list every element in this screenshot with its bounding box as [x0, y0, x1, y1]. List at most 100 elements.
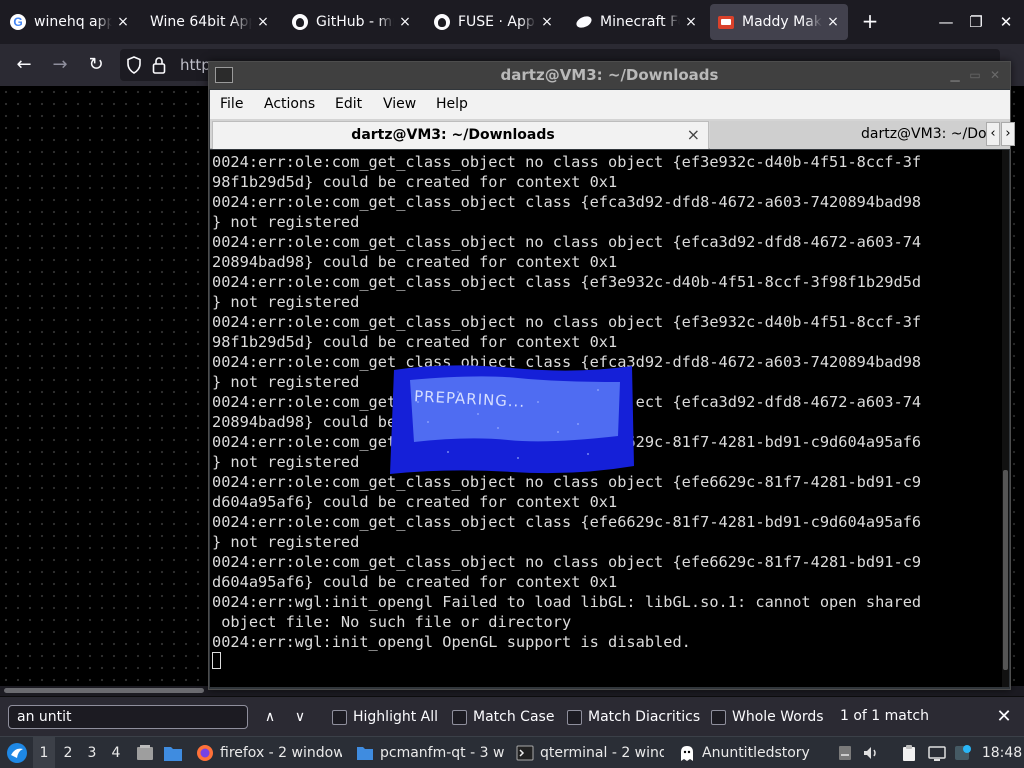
volume-icon[interactable]: [862, 744, 880, 762]
url-text[interactable]: http: [180, 56, 211, 74]
firefox-icon: [197, 745, 213, 761]
menu-view[interactable]: View: [383, 96, 416, 112]
terminal-line: 0024:err:ole:com_get_class_object no cla…: [212, 153, 922, 171]
task-label: pcmanfm-qt - 3 windows: [380, 745, 504, 761]
find-next-button[interactable]: ∨: [288, 705, 312, 729]
option-label: Highlight All: [353, 709, 439, 725]
terminal-scrollbar-thumb[interactable]: [1003, 470, 1008, 670]
menu-edit[interactable]: Edit: [335, 96, 362, 112]
terminal-cursor: [212, 652, 221, 669]
terminal-tab-label: dartz@VM3: ~/Downloads: [351, 127, 555, 143]
task-firefox[interactable]: firefox - 2 windows: [192, 737, 342, 768]
checkbox-box[interactable]: [711, 709, 726, 725]
browser-tab-wine-64bit[interactable]: Wine 64bit AppImage ×: [142, 4, 278, 40]
tab-label: Maddy Makes Games: [742, 14, 822, 30]
terminal-line: 98f1b29d5d} could be created for context…: [212, 333, 618, 351]
github-icon: [292, 14, 308, 30]
checkbox-box[interactable]: [452, 709, 467, 725]
removable-media-icon[interactable]: [836, 744, 854, 762]
task-pcmanfm-qt[interactable]: pcmanfm-qt - 3 windows: [352, 737, 504, 768]
tab-close-button[interactable]: ×: [684, 14, 698, 30]
match-diacritics-checkbox[interactable]: Match Diacritics: [567, 707, 700, 727]
terminal-tab-downloads[interactable]: dartz@VM3: ~/Downloads ×: [212, 121, 709, 149]
desktop-4-button[interactable]: 4: [105, 737, 127, 768]
option-label: Match Case: [473, 709, 555, 725]
tab-close-button[interactable]: ×: [826, 14, 840, 30]
window-close-button[interactable]: ✕: [994, 10, 1018, 34]
game-icon: [681, 746, 693, 761]
reload-button[interactable]: ↻: [84, 53, 108, 77]
terminal-line: 0024:err:ole:com_get_class_object class …: [212, 513, 922, 531]
terminal-maximize-button[interactable]: ▭: [966, 66, 984, 84]
browser-tab-minecraft-forum[interactable]: Minecraft Forum ×: [568, 4, 706, 40]
terminal-tab-label: dartz@VM3: ~/Do: [861, 126, 987, 142]
option-label: Match Diacritics: [588, 709, 701, 725]
terminal-tab-close-button[interactable]: ×: [687, 125, 700, 144]
terminal-scrollbar[interactable]: [1002, 150, 1009, 687]
start-menu-button[interactable]: [4, 737, 30, 768]
terminal-line: 0024:err:wgl:init_opengl Failed to load …: [212, 593, 922, 611]
game-preparing-splash: PREPARING...: [388, 362, 636, 478]
tab-close-button[interactable]: ×: [540, 14, 554, 30]
task-anuntitledstory[interactable]: Anuntitledstory: [674, 737, 824, 768]
match-case-checkbox[interactable]: Match Case: [452, 707, 554, 727]
terminal-line: 0024:err:ole:com_get_class_object class …: [212, 273, 922, 291]
menu-file[interactable]: File: [220, 96, 243, 112]
scrollbar-thumb[interactable]: [4, 688, 204, 693]
terminal-line: 0024:err:wgl:init_opengl OpenGL support …: [212, 633, 691, 651]
browser-tab-github-wine-appimage[interactable]: GitHub - mmtrt/WINE_AppImage ×: [284, 4, 420, 40]
terminal-line: 20894bad98} could be created for context…: [212, 253, 618, 271]
shield-icon[interactable]: [126, 56, 142, 78]
desktop-3-button[interactable]: 3: [81, 737, 103, 768]
forward-button[interactable]: →: [48, 53, 72, 77]
tab-label: Wine 64bit AppImage: [150, 14, 252, 30]
update-notifier-icon[interactable]: [954, 744, 972, 762]
browser-tab-fuse-appimage[interactable]: FUSE · AppImage/AppImageKit ×: [426, 4, 562, 40]
highlight-all-checkbox[interactable]: Highlight All: [332, 707, 438, 727]
find-match-status: 1 of 1 match: [840, 708, 929, 724]
task-label: firefox - 2 windows: [220, 745, 342, 761]
terminal-titlebar[interactable]: dartz@VM3: ~/Downloads ▁ ▭ ✕: [209, 62, 1010, 89]
tab-label: Minecraft Forum: [600, 14, 680, 30]
find-input[interactable]: [8, 705, 248, 729]
tab-scroll-left-button[interactable]: ‹: [986, 122, 1000, 146]
clipboard-icon[interactable]: [900, 744, 918, 762]
checkbox-box[interactable]: [332, 709, 347, 725]
terminal-close-button[interactable]: ✕: [986, 66, 1004, 84]
tab-label: FUSE · AppImage/AppImageKit: [458, 14, 536, 30]
folder-icon: [357, 747, 373, 760]
terminal-tab-downloads-2[interactable]: dartz@VM3: ~/Do: [710, 121, 1010, 149]
whole-words-checkbox[interactable]: Whole Words: [711, 707, 824, 727]
find-close-button[interactable]: ✕: [990, 705, 1018, 729]
find-previous-button[interactable]: ∧: [258, 705, 282, 729]
tab-close-button[interactable]: ×: [116, 14, 130, 30]
menu-help[interactable]: Help: [436, 96, 468, 112]
checkbox-box[interactable]: [567, 709, 582, 725]
file-manager-launcher-icon[interactable]: [160, 737, 186, 768]
back-button[interactable]: ←: [12, 53, 36, 77]
desktop-2-button[interactable]: 2: [57, 737, 79, 768]
new-tab-button[interactable]: +: [858, 10, 882, 34]
show-desktop-icon[interactable]: [134, 737, 156, 768]
tab-close-button[interactable]: ×: [256, 14, 270, 30]
network-icon[interactable]: [928, 744, 946, 762]
menu-actions[interactable]: Actions: [264, 96, 315, 112]
terminal-minimize-button[interactable]: ▁: [946, 66, 964, 84]
tab-scroll-right-button[interactable]: ›: [1001, 122, 1015, 146]
google-icon: G: [10, 14, 26, 30]
terminal-line: } not registered: [212, 293, 360, 311]
lock-icon[interactable]: [152, 56, 166, 78]
task-qterminal[interactable]: qterminal - 2 windows: [512, 737, 664, 768]
desktop-1-button[interactable]: 1: [33, 737, 55, 768]
terminal-title: dartz@VM3: ~/Downloads: [500, 66, 719, 84]
terminal-line: 0024:err:ole:com_get_class_object no cla…: [212, 233, 922, 251]
taskbar: 1 2 3 4 firefox - 2 windows pcmanfm-qt -…: [0, 736, 1024, 768]
browser-tab-maddy-makes-games[interactable]: Maddy Makes Games ×: [710, 4, 848, 40]
window-maximize-button[interactable]: ❐: [964, 10, 988, 34]
window-minimize-button[interactable]: —: [934, 10, 958, 34]
terminal-line: d604a95af6} could be created for context…: [212, 493, 618, 511]
terminal-icon: [516, 745, 534, 761]
browser-tab-winehq-appimage[interactable]: G winehq appimage - Go ×: [2, 4, 138, 40]
clock[interactable]: 18:48: [982, 737, 1022, 768]
tab-close-button[interactable]: ×: [398, 14, 412, 30]
